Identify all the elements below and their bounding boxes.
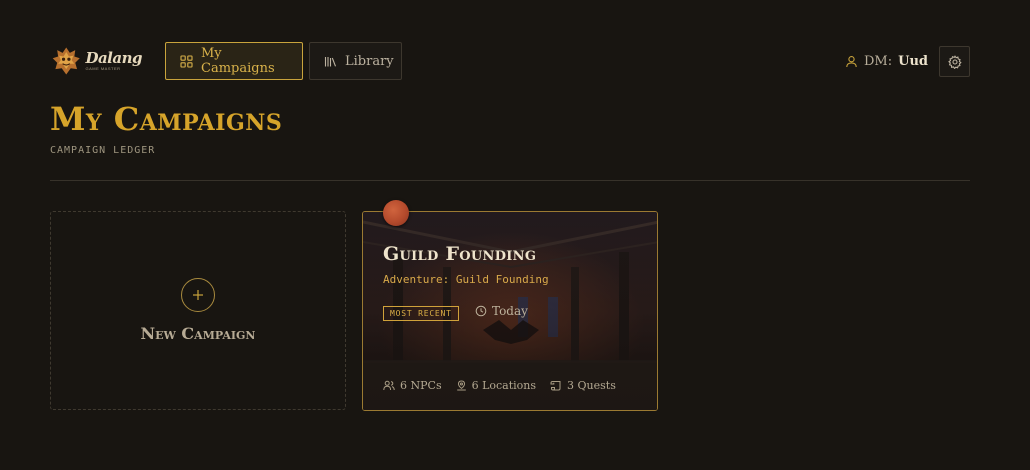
npc-count-label: 6 NPCs xyxy=(400,378,442,392)
divider xyxy=(50,180,970,181)
quest-count: 3 Quests xyxy=(550,379,616,392)
nav-my-campaigns-label: My Campaigns xyxy=(201,46,275,76)
dm-user-info[interactable]: DM: Uud xyxy=(845,42,928,80)
plus-icon xyxy=(181,278,215,312)
new-campaign-label: New Campaign xyxy=(140,324,256,343)
dm-label: DM: xyxy=(863,53,893,69)
clock-icon xyxy=(475,305,487,317)
nav-library-button[interactable]: Library xyxy=(309,42,402,80)
people-icon xyxy=(383,380,395,390)
user-icon xyxy=(846,55,857,67)
grid-icon xyxy=(180,54,193,68)
campaign-stats: 6 NPCs 6 Locations 3 Quests xyxy=(363,360,657,410)
new-campaign-card[interactable]: New Campaign xyxy=(50,211,346,410)
location-count-label: 6 Locations xyxy=(471,378,537,392)
dragon-mask-icon xyxy=(52,47,80,75)
nav-my-campaigns-button[interactable]: My Campaigns xyxy=(165,42,303,80)
most-recent-badge: MOST RECENT xyxy=(383,306,459,321)
scroll-icon xyxy=(550,380,561,390)
page-title: My Campaigns xyxy=(50,100,283,138)
campaign-title: Guild Founding xyxy=(383,243,537,265)
location-icon xyxy=(456,379,466,390)
dm-name: Uud xyxy=(898,53,928,69)
npc-count: 6 NPCs xyxy=(383,379,442,392)
nav-library-label: Library xyxy=(345,53,394,69)
last-played: Today xyxy=(475,304,528,318)
quest-count-label: 3 Quests xyxy=(567,378,616,392)
campaign-card[interactable]: Guild Founding Adventure: Guild Founding… xyxy=(362,211,658,411)
app-logo[interactable]: Dalang GAME MASTER xyxy=(50,42,142,80)
campaign-subtitle: Adventure: Guild Founding xyxy=(383,273,549,286)
last-played-label: Today xyxy=(492,304,528,318)
gear-icon xyxy=(947,54,962,69)
logo-wordmark: Dalang xyxy=(85,49,142,67)
logo-tagline: GAME MASTER xyxy=(85,66,121,71)
app-header: Dalang GAME MASTER My Campaigns Library … xyxy=(50,42,970,80)
location-count: 6 Locations xyxy=(456,379,536,392)
settings-button[interactable] xyxy=(939,46,970,77)
pin-marker xyxy=(383,200,409,226)
books-icon xyxy=(324,56,337,66)
page-subtitle: CAMPAIGN LEDGER xyxy=(50,145,156,156)
